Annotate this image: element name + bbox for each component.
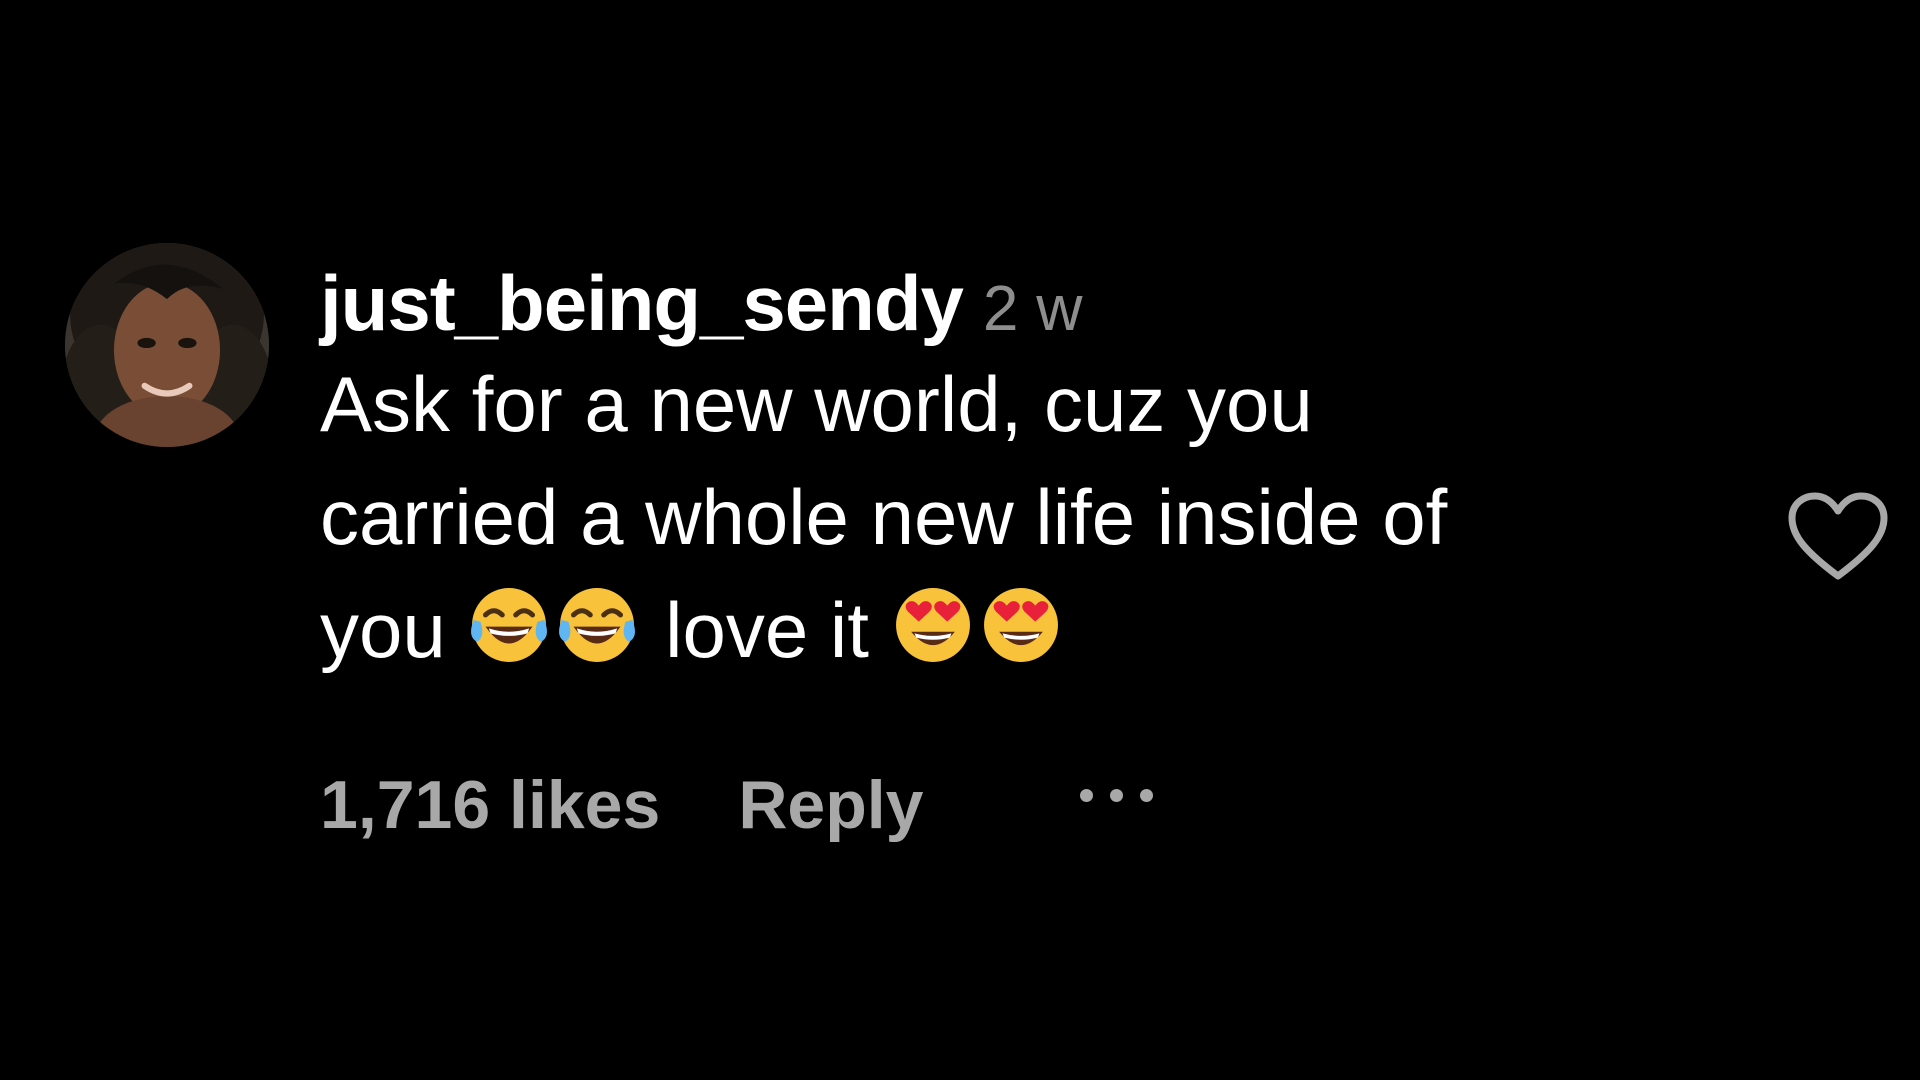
comment-footer: 1,716 likes Reply	[320, 760, 1180, 850]
reply-button[interactable]: Reply	[738, 760, 923, 850]
comment-text-line-2: carried a whole new life inside of	[320, 473, 1448, 561]
heart-eyes-emoji-icon	[979, 583, 1063, 667]
more-options-icon[interactable]	[1079, 781, 1180, 811]
comment-timestamp: 2 w	[982, 272, 1083, 344]
comment-screen: just_being_sendy 2 w Ask for a new world,…	[0, 0, 1920, 1080]
tears-of-joy-emoji-icon	[467, 583, 551, 667]
avatar-photo-icon	[65, 243, 269, 447]
comment-text: Ask for a new world, cuz you carried a w…	[320, 348, 1720, 687]
comment-text-line-3-start: you	[320, 586, 446, 674]
heart-eyes-emoji-icon	[891, 583, 975, 667]
more-dot	[1139, 789, 1153, 803]
comment-text-line-1: Ask for a new world, cuz you	[320, 360, 1313, 448]
likes-count[interactable]: 1,716 likes	[320, 760, 660, 850]
comment-header: just_being_sendy 2 w	[320, 258, 1720, 348]
username[interactable]: just_being_sendy	[320, 259, 964, 347]
avatar[interactable]	[65, 243, 269, 447]
heart-outline-icon[interactable]	[1786, 490, 1890, 584]
comment-block: just_being_sendy 2 w Ask for a new world,…	[320, 258, 1720, 687]
tears-of-joy-emoji-icon	[555, 583, 639, 667]
more-dot	[1109, 789, 1123, 803]
more-dot	[1079, 789, 1093, 803]
comment-text-line-3-mid: love it	[665, 586, 869, 674]
